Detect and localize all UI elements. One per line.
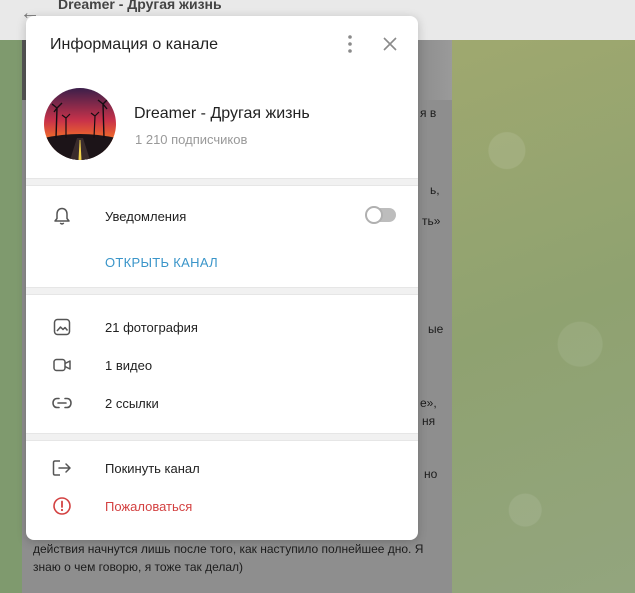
leave-channel-label: Покинуть канал <box>105 461 200 476</box>
channel-name: Dreamer - Другая жизнь <box>134 105 310 122</box>
media-label-links: 2 ссылки <box>105 396 159 411</box>
channel-avatar[interactable] <box>44 88 116 160</box>
chat-wallpaper <box>452 40 635 593</box>
toggle-knob <box>365 206 383 224</box>
chat-wallpaper-left <box>0 40 22 593</box>
channel-info-modal: Информация о канале Dreamer - Другая жиз… <box>26 16 418 540</box>
more-vertical-icon[interactable] <box>338 32 362 56</box>
message-text: действия начнутся лишь после того, как н… <box>33 542 424 574</box>
media-label-photos: 21 фотография <box>105 320 198 335</box>
media-row-links[interactable] <box>26 384 418 422</box>
notifications-label: Уведомления <box>105 209 187 224</box>
message-text-fragment: но <box>424 467 438 481</box>
chat-title: Dreamer - Другая жизнь <box>58 0 222 12</box>
media-row-videos[interactable] <box>26 346 418 384</box>
notifications-toggle[interactable] <box>365 206 396 224</box>
media-label-videos: 1 видео <box>105 358 153 373</box>
close-icon[interactable] <box>378 32 402 56</box>
modal-title: Информация о канале <box>50 36 218 53</box>
report-label: Пожаловаться <box>105 499 193 514</box>
message-text-fragment: ые <box>428 322 444 336</box>
report-button[interactable] <box>26 487 418 525</box>
report-alert-icon <box>50 494 74 518</box>
section-divider <box>26 287 418 295</box>
message-text-fragment: ь, <box>430 183 440 197</box>
section-divider <box>26 178 418 186</box>
message-text-fragment: ня <box>422 414 436 428</box>
media-row-photos[interactable] <box>26 308 418 346</box>
message-text-fragment: е», <box>420 396 437 410</box>
open-channel-button[interactable]: ОТКРЫТЬ КАНАЛ <box>105 255 218 270</box>
link-icon <box>50 391 74 415</box>
photo-icon <box>50 315 74 339</box>
leave-icon <box>50 456 74 480</box>
leave-channel-button[interactable] <box>26 449 418 487</box>
message-text-fragment: ть» <box>422 214 441 228</box>
section-divider <box>26 433 418 441</box>
video-icon <box>50 353 74 377</box>
message-text-fragment: я в <box>420 106 437 120</box>
bell-icon <box>50 204 74 228</box>
subscriber-count: 1 210 подписчиков <box>135 132 248 147</box>
